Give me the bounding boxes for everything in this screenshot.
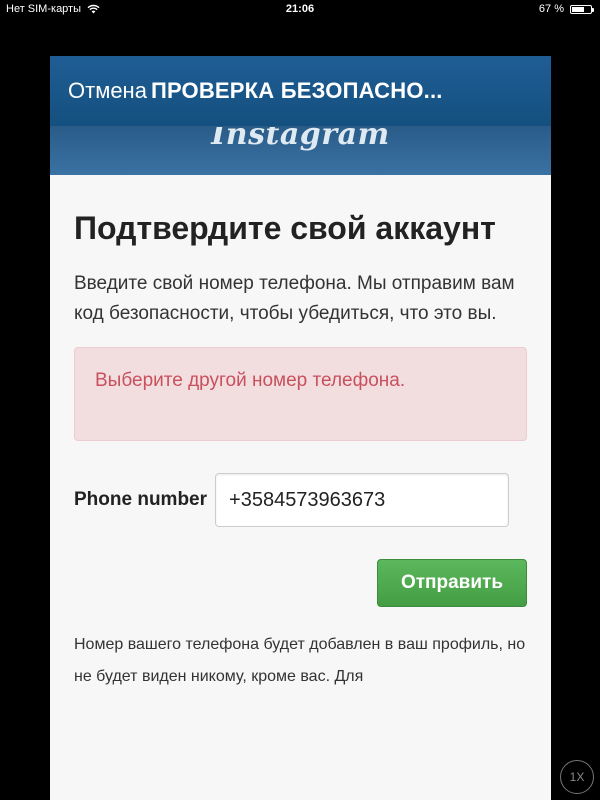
intro-text: Введите свой номер телефона. Мы отправим… (74, 273, 515, 324)
phone-input[interactable] (215, 473, 510, 527)
instagram-banner: Instagram (50, 126, 551, 175)
submit-row: Отправить (74, 559, 527, 607)
status-time: 21:06 (285, 3, 315, 15)
error-alert: Выберите другой номер телефона. (74, 347, 527, 441)
app-frame: Отмена ПРОВЕРКА БЕЗОПАСНО... Instagram П… (50, 22, 551, 800)
phone-row: Phone number (74, 473, 527, 527)
note-text: Номер вашего телефона будет добавлен в в… (74, 636, 526, 685)
instagram-logo: Instagram (211, 126, 390, 152)
battery-percent: 67 % (538, 3, 564, 15)
phone-label: Phone number (74, 489, 208, 510)
main-content: Подтвердите свой аккаунт Введите свой но… (50, 175, 551, 693)
status-right: 67 % (538, 0, 594, 18)
submit-button[interactable]: Отправить (377, 559, 527, 607)
battery-icon (570, 4, 594, 14)
top-strip (50, 22, 551, 56)
battery-level-fill (572, 6, 585, 12)
page-title: Подтвердите свой аккаунт (74, 210, 496, 246)
status-bar: Нет SIM-карты 21:06 67 % (0, 0, 600, 18)
cancel-button[interactable]: Отмена (68, 78, 147, 104)
nav-title: ПРОВЕРКА БЕЗОПАСНО... (150, 78, 443, 103)
error-message: Выберите другой номер телефона. (95, 370, 406, 391)
zoom-button[interactable]: 1X (560, 760, 594, 794)
nav-bar: Отмена ПРОВЕРКА БЕЗОПАСНО... (50, 56, 551, 126)
